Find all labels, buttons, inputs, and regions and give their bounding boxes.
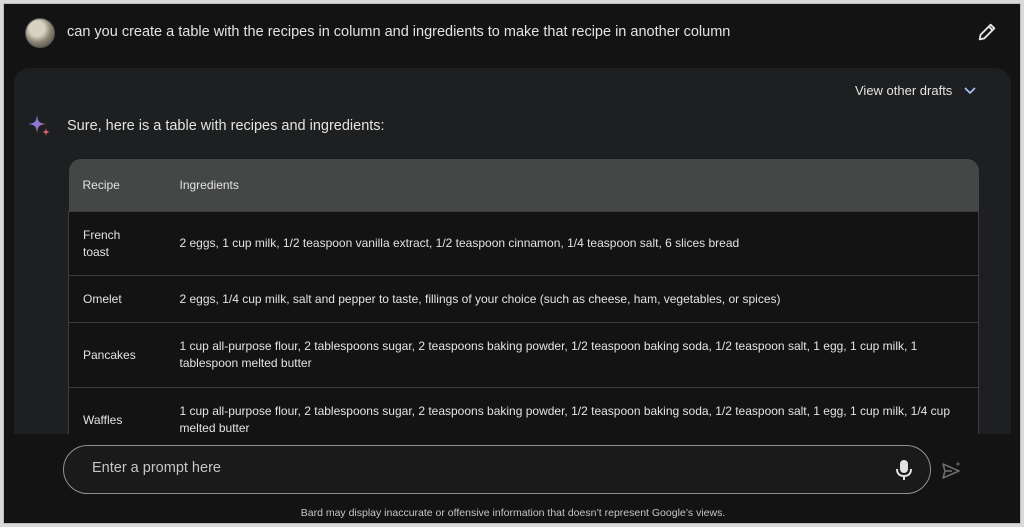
ingredients-cell: 1 cup all-purpose flour, 2 tablespoons s… <box>165 322 979 388</box>
disclaimer-text: Bard may display inaccurate or offensive… <box>300 507 726 519</box>
recipe-cell: French toast <box>68 211 166 276</box>
microphone-icon[interactable] <box>894 459 914 481</box>
recipe-name-cont: toast <box>83 244 110 259</box>
response-intro-text: Sure, here is a table with recipes and i… <box>67 118 385 134</box>
recipe-cell: Omelet <box>68 275 166 323</box>
send-icon[interactable] <box>941 460 963 480</box>
view-other-drafts-label: View other drafts <box>855 83 953 98</box>
prompt-bar <box>63 445 931 494</box>
table-row: French toast 2 eggs, 1 cup milk, 1/2 tea… <box>68 211 979 276</box>
recipe-cell: Waffles <box>68 387 166 434</box>
prompt-input[interactable] <box>90 459 854 477</box>
recipes-table: Recipe Ingredients French toast 2 eggs, … <box>68 159 979 434</box>
bard-window: can you create a table with the recipes … <box>3 3 1021 524</box>
ingredients-cell: 2 eggs, 1 cup milk, 1/2 teaspoon vanilla… <box>165 211 979 276</box>
user-query-text: can you create a table with the recipes … <box>67 24 731 40</box>
user-avatar <box>25 18 55 48</box>
chevron-down-icon <box>964 86 976 94</box>
ingredients-cell: 1 cup all-purpose flour, 2 tablespoons s… <box>165 387 979 434</box>
table-row: Omelet 2 eggs, 1/4 cup milk, salt and pe… <box>68 275 979 323</box>
table-row: Pancakes 1 cup all-purpose flour, 2 tabl… <box>68 322 979 388</box>
recipe-cell: Pancakes <box>68 322 166 388</box>
response-card: View other drafts Sure, here is a table … <box>14 68 1011 434</box>
view-other-drafts-button[interactable]: View other drafts <box>855 83 976 98</box>
pencil-icon[interactable] <box>976 21 998 43</box>
header-ingredients: Ingredients <box>165 159 979 212</box>
header-recipe: Recipe <box>68 159 166 212</box>
ingredients-cell: 2 eggs, 1/4 cup milk, salt and pepper to… <box>165 275 979 323</box>
table-header-row: Recipe Ingredients <box>68 159 979 212</box>
recipe-name: French <box>83 227 121 242</box>
table-row: Waffles 1 cup all-purpose flour, 2 table… <box>68 387 979 434</box>
bard-sparkle-icon <box>28 115 50 136</box>
